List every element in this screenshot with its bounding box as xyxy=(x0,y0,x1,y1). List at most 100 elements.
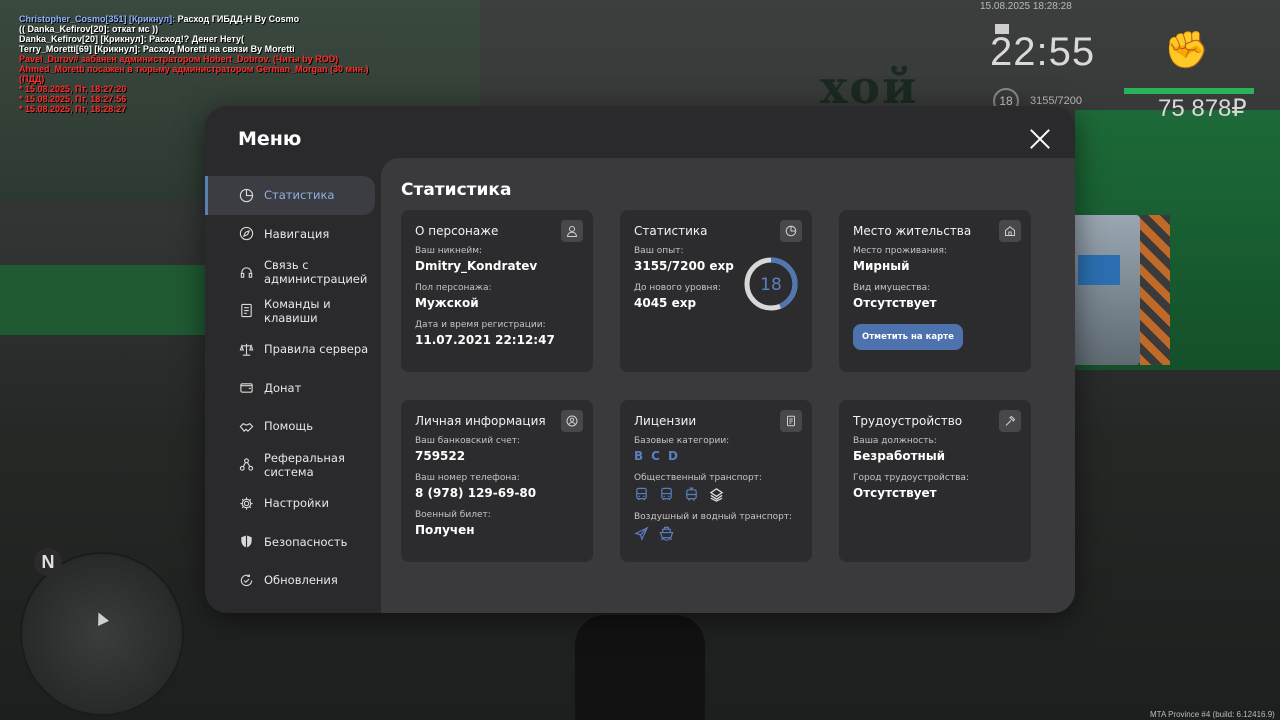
bank-value: 759522 xyxy=(415,449,466,463)
card-title: Место жительства xyxy=(853,224,972,238)
close-icon[interactable] xyxy=(1029,128,1051,150)
chat-line-text: Pavel_Durov# забанен администратором Hob… xyxy=(19,54,339,64)
sidebar-item-label: Реферальная система xyxy=(264,450,345,479)
card-title: Лицензии xyxy=(634,414,697,428)
military-value: Получен xyxy=(415,523,475,537)
headset-icon xyxy=(238,264,254,280)
sidebar-item[interactable]: Навигация xyxy=(205,215,381,254)
chat-log: Christopher_Cosmo[351] [Крикнул]: Расход… xyxy=(19,14,369,114)
chat-line-text: * 15.08.2025, Пт, 18:27:56 xyxy=(19,94,127,104)
field-label: Общественный транспорт: xyxy=(634,473,762,483)
field-label: Вид имущества: xyxy=(853,283,931,293)
sidebar-item[interactable]: Статистика xyxy=(205,176,375,215)
scene-barrier xyxy=(1140,215,1170,365)
handshake-icon xyxy=(238,418,254,434)
card-title: Личная информация xyxy=(415,414,546,428)
sidebar-item-label: Обновления xyxy=(264,573,338,588)
sidebar-item-label: Связь с администрацией xyxy=(264,258,368,287)
nickname-value: Dmitry_Kondratev xyxy=(415,259,538,273)
license-categories: BCD xyxy=(634,449,798,463)
chat-line-text: * 15.08.2025, Пт, 18:28:27 xyxy=(19,104,127,114)
field-label: Город трудоустройства: xyxy=(853,473,969,483)
gender-value: Мужской xyxy=(415,296,479,310)
chat-line: Christopher_Cosmo[351] [Крикнул]: Расход… xyxy=(19,14,369,24)
sidebar-item-label: Донат xyxy=(264,380,302,395)
air-water-licenses xyxy=(634,526,798,541)
network-icon xyxy=(238,457,254,473)
property-value: Отсутствует xyxy=(853,296,937,310)
field-label: Базовые категории: xyxy=(634,436,730,446)
job-city-value: Отсутствует xyxy=(853,486,937,500)
chat-line: Ahmed_Moretti посажен в тюрьму администр… xyxy=(19,64,369,74)
chat-line: (( Danka_Kefirov[20]: откат мс )) xyxy=(19,24,369,34)
sidebar-item[interactable]: Обновления xyxy=(205,561,381,600)
field-label: Ваш номер телефона: xyxy=(415,473,520,483)
menu-content: Статистика О персонаже Ваш никнейм: Dmit… xyxy=(381,158,1075,613)
chat-line: Terry_Moretti[69] [Крикнул]: Расход More… xyxy=(19,44,369,54)
field-label: Пол персонажа: xyxy=(415,283,492,293)
plane-icon xyxy=(634,526,649,541)
mark-on-map-button[interactable]: Отметить на карте xyxy=(853,324,963,350)
card-title: Статистика xyxy=(634,224,708,238)
sidebar-item[interactable]: Команды и клавиши xyxy=(205,292,381,331)
sidebar-item[interactable]: Связь с администрацией xyxy=(205,253,381,292)
sidebar-item[interactable]: Настройки xyxy=(205,484,381,523)
sidebar-item-label: Безопасность xyxy=(264,534,348,549)
boat-icon xyxy=(659,526,674,541)
sidebar-item[interactable]: Помощь xyxy=(205,407,381,446)
license-category: C xyxy=(651,449,660,463)
license-category: B xyxy=(634,449,644,463)
compass-icon xyxy=(238,226,254,242)
sidebar-item[interactable]: Правила сервера xyxy=(205,330,381,369)
document-icon xyxy=(238,303,254,319)
menu-sidebar: Статистика Навигация Связь с администрацие… xyxy=(205,176,381,600)
content-title: Статистика xyxy=(401,180,512,200)
card-licenses: Лицензии Базовые категории: BCD Обществе… xyxy=(620,400,812,562)
player-character xyxy=(575,615,705,720)
chat-line-author: Christopher_Cosmo[351] [Крикнул]: xyxy=(19,14,176,24)
chat-line-text: (( Danka_Kefirov[20]: откат мс )) xyxy=(19,24,159,34)
card-title: Трудоустройство xyxy=(853,414,963,428)
public-transport-licenses xyxy=(634,487,798,502)
user-circle-icon xyxy=(561,410,583,432)
chat-line: * 15.08.2025, Пт, 18:27:56 xyxy=(19,94,369,104)
sidebar-item-label: Настройки xyxy=(264,496,329,511)
sidebar-item-label: Навигация xyxy=(264,226,330,241)
chat-line: Danka_Kefirov[20] [Крикнул]: Расход!? Де… xyxy=(19,34,369,44)
scene-atm-screen xyxy=(1078,255,1120,285)
sidebar-item[interactable]: Реферальная система xyxy=(205,446,381,485)
home-icon xyxy=(999,220,1021,242)
scales-icon xyxy=(238,341,254,357)
id-card-icon xyxy=(780,410,802,432)
job-position-value: Безработный xyxy=(853,449,946,463)
sidebar-item-label: Помощь xyxy=(264,419,314,434)
field-label: Дата и время регистрации: xyxy=(415,320,546,330)
card-stats: Статистика Ваш опыт: 3155/7200 exp До но… xyxy=(620,210,812,372)
bus-icon xyxy=(659,487,674,502)
registration-value: 11.07.2021 22:12:47 xyxy=(415,333,555,347)
tram-icon xyxy=(684,487,699,502)
menu-modal: Меню Статистика Навигация Связь с админист… xyxy=(205,106,1075,613)
sidebar-item[interactable]: Донат xyxy=(205,369,381,408)
build-info: MTA Province #4 (build: 6.12416.9) xyxy=(1150,710,1275,719)
field-label: Ваша должность: xyxy=(853,436,937,446)
license-category: D xyxy=(667,449,678,463)
chat-line-text: Расход ГИБДД-Н By Cosmo xyxy=(175,14,300,24)
minimap xyxy=(20,552,184,716)
pie-chart-icon xyxy=(238,187,254,203)
minimap-north: N xyxy=(34,548,62,576)
chat-line-text: Terry_Moretti[69] [Крикнул]: Расход More… xyxy=(19,44,295,54)
refresh-check-icon xyxy=(238,572,254,588)
hammer-icon xyxy=(999,410,1021,432)
shield-icon xyxy=(238,534,254,550)
wallet-icon xyxy=(238,380,254,396)
card-title: О персонаже xyxy=(415,224,499,238)
field-label: Ваш опыт: xyxy=(634,246,684,256)
card-personal: Личная информация Ваш банковский счет: 7… xyxy=(401,400,593,562)
level-progress-ring: 18 xyxy=(744,257,798,311)
hud-date: 15.08.2025 18:28:28 xyxy=(980,1,1072,12)
sidebar-item[interactable]: Безопасность xyxy=(205,523,381,562)
field-label: Воздушный и водный транспорт: xyxy=(634,512,793,522)
field-label: Ваш банковский счет: xyxy=(415,436,521,446)
pie-chart-icon xyxy=(780,220,802,242)
